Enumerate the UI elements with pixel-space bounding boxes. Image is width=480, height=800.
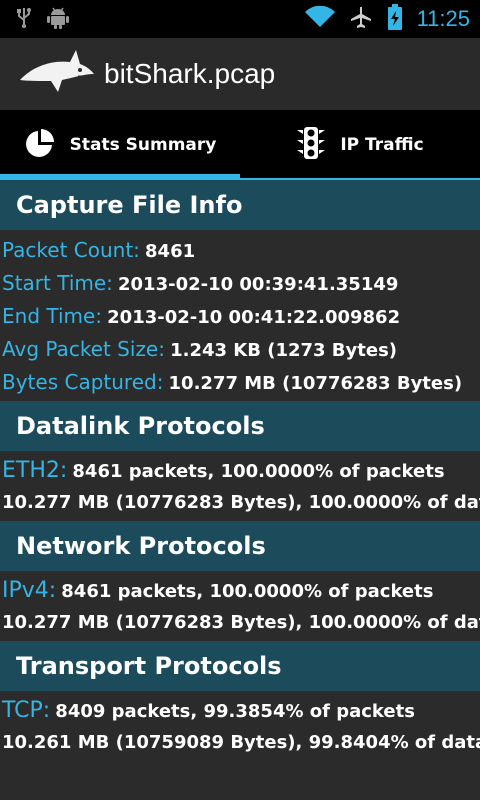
protocol-packets: 8461 packets, 100.0000% of packets xyxy=(61,581,434,602)
protocol-data-line: 10.277 MB (10776283 Bytes), 100.0000% of… xyxy=(0,607,480,639)
pie-chart-icon xyxy=(24,127,56,164)
transport-protocols-section: TCP: 8409 packets, 99.3854% of packets 1… xyxy=(0,691,480,761)
usb-icon xyxy=(16,6,32,32)
end-time-row: End Time: 2013-02-10 00:41:22.009862 xyxy=(0,300,480,333)
tab-stats-summary[interactable]: Stats Summary xyxy=(0,110,240,180)
packet-count-row: Packet Count: 8461 xyxy=(0,234,480,267)
protocol-name: TCP: xyxy=(2,698,51,723)
wifi-icon xyxy=(304,5,335,32)
row-value: 1.243 KB (1273 Bytes) xyxy=(170,340,398,361)
shark-logo[interactable] xyxy=(18,48,96,100)
protocol-packets: 8409 packets, 99.3854% of packets xyxy=(55,701,415,722)
row-value: 2013-02-10 00:39:41.35149 xyxy=(118,274,399,295)
action-bar: bitShark.pcap xyxy=(0,38,480,110)
tab-label: IP Traffic xyxy=(340,135,424,155)
app-title: bitShark.pcap xyxy=(104,58,276,89)
capture-file-info-section: Packet Count: 8461 Start Time: 2013-02-1… xyxy=(0,230,480,401)
status-bar: 11:25 xyxy=(0,0,480,38)
bytes-captured-row: Bytes Captured: 10.277 MB (10776283 Byte… xyxy=(0,366,480,399)
avg-packet-size-row: Avg Packet Size: 1.243 KB (1273 Bytes) xyxy=(0,333,480,366)
network-protocols-header: Network Protocols xyxy=(0,521,480,571)
tab-ip-traffic[interactable]: IP Traffic xyxy=(240,110,480,180)
row-key: Packet Count: xyxy=(2,238,140,262)
row-value: 2013-02-10 00:41:22.009862 xyxy=(107,307,401,328)
protocol-stats-line: TCP: 8409 packets, 99.3854% of packets xyxy=(0,695,480,727)
protocol-name: ETH2: xyxy=(2,458,68,483)
capture-file-info-header: Capture File Info xyxy=(0,180,480,230)
traffic-light-icon xyxy=(296,126,326,165)
tab-bar: Stats Summary IP Traffic xyxy=(0,110,480,180)
status-bar-left xyxy=(16,5,70,33)
row-key: End Time: xyxy=(2,304,103,328)
android-debug-icon xyxy=(46,5,70,33)
status-bar-right: 11:25 xyxy=(304,4,470,34)
row-value: 10.277 MB (10776283 Bytes) xyxy=(168,373,463,394)
row-key: Avg Packet Size: xyxy=(2,337,165,361)
protocol-stats-line: ETH2: 8461 packets, 100.0000% of packets xyxy=(0,455,480,487)
network-protocols-section: IPv4: 8461 packets, 100.0000% of packets… xyxy=(0,571,480,641)
tab-label: Stats Summary xyxy=(69,135,217,155)
row-key: Start Time: xyxy=(2,271,113,295)
row-key: Bytes Captured: xyxy=(2,370,164,394)
protocol-bytes: 10.277 MB (10776283 Bytes), 100.0000% of… xyxy=(2,612,480,633)
protocol-data-line: 10.261 MB (10759089 Bytes), 99.8404% of … xyxy=(0,727,480,759)
protocol-packets: 8461 packets, 100.0000% of packets xyxy=(72,461,445,482)
protocol-name: IPv4: xyxy=(2,578,57,603)
protocol-stats-line: IPv4: 8461 packets, 100.0000% of packets xyxy=(0,575,480,607)
protocol-bytes: 10.277 MB (10776283 Bytes), 100.0000% of… xyxy=(2,492,480,513)
protocol-data-line: 10.277 MB (10776283 Bytes), 100.0000% of… xyxy=(0,487,480,519)
protocol-bytes: 10.261 MB (10759089 Bytes), 99.8404% of … xyxy=(2,732,480,753)
datalink-protocols-header: Datalink Protocols xyxy=(0,401,480,451)
transport-protocols-header: Transport Protocols xyxy=(0,641,480,691)
start-time-row: Start Time: 2013-02-10 00:39:41.35149 xyxy=(0,267,480,300)
battery-charging-icon xyxy=(387,4,403,34)
datalink-protocols-section: ETH2: 8461 packets, 100.0000% of packets… xyxy=(0,451,480,521)
status-time: 11:25 xyxy=(416,6,470,31)
row-value: 8461 xyxy=(145,241,196,262)
airplane-icon xyxy=(349,5,373,33)
